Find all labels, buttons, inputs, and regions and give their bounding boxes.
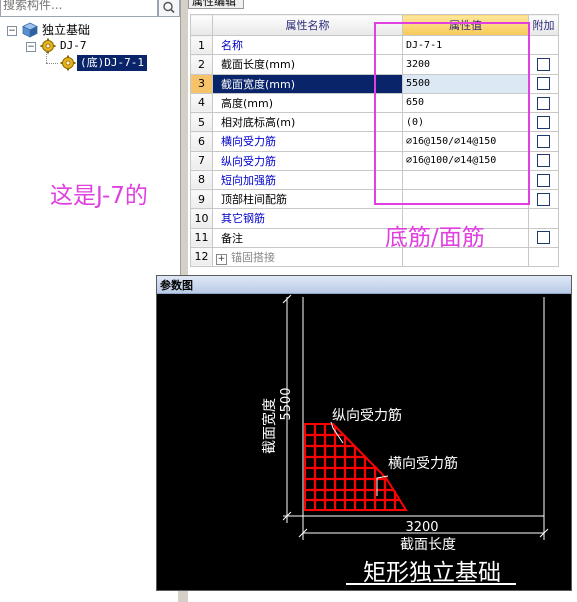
annotation-highlight-box [374, 22, 530, 205]
attach-cell [528, 188, 559, 210]
gear-icon [40, 38, 56, 54]
attach-checkbox[interactable] [537, 58, 550, 72]
length-label: 截面长度 [400, 537, 456, 553]
tree-item-root[interactable]: − 独立基础 [0, 22, 178, 38]
table-row[interactable]: 12 + 锚固搭接 [190, 246, 559, 268]
row-number: 4 [190, 92, 213, 114]
attach-checkbox[interactable] [537, 192, 550, 206]
tree-root-label: 独立基础 [42, 23, 91, 37]
row-number: 11 [190, 227, 213, 248]
search-box [0, 0, 158, 17]
annotation-left: 这是J-7的 [50, 183, 148, 209]
grid-header-attach[interactable]: 附加 [528, 14, 559, 36]
annotation-right: 底筋/面筋 [385, 225, 485, 251]
attach-cell [528, 73, 559, 94]
transverse-rebar-label: 横向受力筋 [388, 455, 458, 472]
attach-checkbox[interactable] [537, 154, 550, 168]
search-input[interactable] [3, 0, 153, 13]
collapse-toggle[interactable]: − [26, 42, 36, 52]
tree-child-label: DJ-7 [60, 39, 87, 52]
row-number: 9 [190, 188, 213, 210]
width-label: 截面宽度 [261, 398, 278, 454]
row-number: 7 [190, 150, 213, 171]
attach-cell [528, 150, 559, 171]
tab-property-editor[interactable]: 属性编辑 [188, 0, 244, 9]
attach-cell [528, 131, 559, 152]
tree-leaf-label: (底)DJ-7-1 [77, 55, 147, 71]
row-number: 2 [190, 54, 213, 75]
width-value: 5500 [279, 387, 294, 420]
attach-checkbox[interactable] [537, 173, 550, 187]
row-number: 8 [190, 169, 213, 191]
attach-checkbox[interactable] [537, 231, 550, 245]
group-label: 锚固搭接 [231, 250, 275, 264]
search-icon [163, 1, 175, 14]
row-number: 10 [190, 208, 213, 229]
search-button[interactable] [158, 0, 180, 17]
table-row[interactable]: 10 其它钢筋 [190, 208, 559, 229]
attach-checkbox[interactable] [537, 115, 550, 129]
attach-checkbox[interactable] [537, 135, 550, 149]
attach-cell [528, 92, 559, 114]
attach-cell [528, 54, 559, 75]
grid-header-corner [190, 14, 213, 36]
window-title: 参数图 [160, 279, 193, 292]
property-name-group[interactable]: + 锚固搭接 [212, 246, 403, 268]
expand-icon[interactable]: + [216, 253, 227, 265]
attach-cell [528, 169, 559, 191]
tree-item-dj7[interactable]: − DJ-7 [0, 38, 178, 54]
attach-cell [528, 111, 559, 133]
tree-item-dj7-1[interactable]: (底)DJ-7-1 [0, 55, 178, 71]
row-number: 5 [190, 111, 213, 133]
gear-icon [60, 55, 76, 71]
foundation-group-icon [22, 22, 38, 38]
foundation-diagram: 截面宽度 5500 3200 截面长度 纵向受力筋 横向受力筋 矩形独立基础 [261, 294, 549, 586]
table-row[interactable]: 11 备注 [190, 227, 559, 248]
row-number: 6 [190, 131, 213, 152]
attach-cell [528, 227, 559, 248]
row-number: 12 [190, 246, 213, 268]
longitudinal-rebar-label: 纵向受力筋 [332, 407, 402, 424]
attach-cell [528, 208, 559, 229]
attach-checkbox[interactable] [537, 77, 550, 91]
attach-checkbox[interactable] [537, 96, 550, 110]
row-number: 3 [190, 73, 213, 94]
property-name: 其它钢筋 [212, 208, 403, 229]
tab-label: 属性编辑 [192, 0, 236, 8]
collapse-toggle[interactable]: − [7, 26, 17, 36]
parameter-figure-window: 参数图 截面宽度 5500 3200 截面长度 纵向受力筋 横向受力筋 矩形独立… [156, 275, 572, 591]
attach-cell [528, 246, 559, 268]
attach-cell [528, 34, 559, 56]
row-number: 1 [190, 34, 213, 56]
component-tree-panel: − 独立基础 − DJ-7 [0, 0, 180, 602]
diagram-caption: 矩形独立基础 [363, 560, 501, 586]
window-titlebar[interactable]: 参数图 [157, 276, 571, 294]
property-name: 备注 [212, 227, 403, 248]
length-value: 3200 [405, 520, 438, 535]
